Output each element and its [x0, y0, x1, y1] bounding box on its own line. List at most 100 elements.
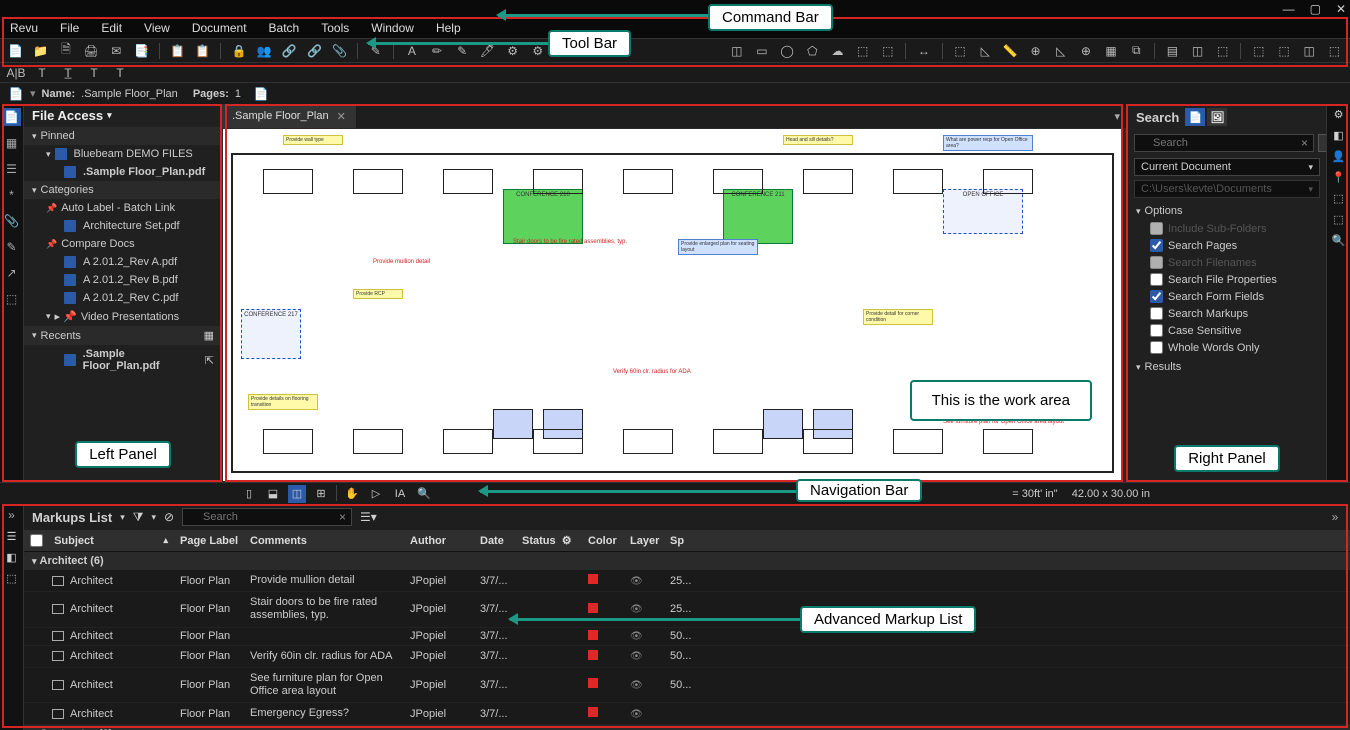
search-text-tab[interactable]: 📄: [1185, 108, 1205, 126]
opt-search-markups[interactable]: Search Markups: [1128, 305, 1326, 322]
tool-icon[interactable]: ⬚: [1327, 43, 1342, 59]
close-tab-icon[interactable]: ✕: [337, 110, 346, 123]
markup-row[interactable]: ArchitectFloor PlanEmergency Egress?JPop…: [24, 703, 1350, 725]
markup-row[interactable]: ArchitectFloor PlanSee furniture plan fo…: [24, 668, 1350, 703]
category-compare-docs[interactable]: Compare Docs: [24, 235, 222, 253]
tool-icon[interactable]: 🖨: [84, 43, 99, 59]
right-rail-icon[interactable]: ⬚: [1333, 192, 1343, 205]
tool-icon[interactable]: 🔗: [307, 43, 322, 59]
menu-help[interactable]: Help: [436, 21, 461, 35]
markups-expand-icon[interactable]: »: [1328, 506, 1342, 528]
tool-icon[interactable]: ⬚: [855, 43, 870, 59]
visibility-icon[interactable]: [630, 575, 646, 587]
markups-search-input[interactable]: [182, 508, 352, 526]
menu-window[interactable]: Window: [371, 21, 414, 35]
folder-bluebeam-demo[interactable]: Bluebeam DEMO FILES: [24, 145, 222, 163]
open-icon[interactable]: ⇱: [205, 354, 214, 367]
markup-row[interactable]: ArchitectFloor PlanStair doors to be fir…: [24, 592, 1350, 627]
tool-icon[interactable]: ◯: [780, 43, 795, 59]
nav-multi-icon[interactable]: ⊞: [312, 485, 330, 503]
visibility-icon[interactable]: [630, 708, 646, 720]
left-rail-icon[interactable]: ▦: [3, 134, 21, 152]
tool-icon[interactable]: ⬚: [880, 43, 895, 59]
tool-icon[interactable]: ⊕: [1078, 43, 1093, 59]
document-tab[interactable]: .Sample Floor_Plan ✕: [222, 104, 357, 128]
opt-case-sensitive[interactable]: Case Sensitive: [1128, 322, 1326, 339]
new-page-icon[interactable]: 📄: [253, 86, 269, 102]
tool-icon[interactable]: 📑: [134, 43, 149, 59]
search-scope-dropdown[interactable]: Current Document: [1134, 158, 1320, 176]
opt-search-formfields[interactable]: Search Form Fields: [1128, 288, 1326, 305]
markup-text[interactable]: Verify 60in clr. radius for ADA: [613, 369, 691, 375]
tab-overflow-icon[interactable]: ▾: [1106, 110, 1128, 123]
markup-row[interactable]: ArchitectFloor PlanProvide mullion detai…: [24, 570, 1350, 592]
recent-file[interactable]: .Sample Floor_Plan.pdf⇱: [24, 345, 222, 375]
chevron-down-icon[interactable]: ▾: [151, 512, 156, 523]
markup-text[interactable]: Stair doors to be fire rated assemblies,…: [513, 239, 627, 245]
category-auto-label[interactable]: Auto Label - Batch Link: [24, 199, 222, 217]
tool-icon[interactable]: ▭: [754, 43, 769, 59]
search-options-header[interactable]: Options: [1128, 200, 1326, 220]
markup-callout[interactable]: Provide wall type: [283, 135, 343, 145]
tool-icon[interactable]: ↔: [916, 43, 931, 59]
file-access-title[interactable]: File Access: [24, 104, 222, 127]
markup-group-header[interactable]: Contractor (8): [24, 725, 1350, 730]
right-rail-icon[interactable]: ⬚: [1333, 213, 1343, 226]
nav-single-page-icon[interactable]: ▯: [240, 485, 258, 503]
tool-icon[interactable]: ⊕: [1028, 43, 1043, 59]
menu-edit[interactable]: Edit: [101, 21, 122, 35]
markups-rail-icon[interactable]: ⬚: [6, 572, 16, 585]
nav-pan-icon[interactable]: ✋: [343, 485, 361, 503]
file-rev-a[interactable]: A 2.01.2_Rev A.pdf: [24, 253, 222, 271]
calendar-icon[interactable]: ▦: [204, 329, 214, 342]
left-rail-icon[interactable]: ↗: [3, 264, 21, 282]
markup-callout[interactable]: Provide details on flooring transition: [248, 394, 318, 410]
tool-icon[interactable]: ◫: [1190, 43, 1205, 59]
nav-split-v-icon[interactable]: ◫: [288, 485, 306, 503]
menu-document[interactable]: Document: [192, 21, 247, 35]
opt-search-fileprops[interactable]: Search File Properties: [1128, 271, 1326, 288]
tool-icon[interactable]: ◫: [1302, 43, 1317, 59]
text-tool-icon[interactable]: T: [112, 65, 128, 81]
search-visual-tab[interactable]: 🖼: [1207, 108, 1227, 126]
tool-icon[interactable]: ▦: [1104, 43, 1119, 59]
doc-info-icon[interactable]: 📄: [8, 86, 24, 102]
markups-list-icon[interactable]: ☰: [7, 530, 17, 543]
right-rail-icon[interactable]: ◧: [1333, 129, 1343, 142]
file-rev-c[interactable]: A 2.01.2_Rev C.pdf: [24, 289, 222, 307]
tool-icon[interactable]: 🗎: [58, 43, 73, 59]
file-architecture-set[interactable]: Architecture Set.pdf: [24, 217, 222, 235]
markup-text[interactable]: Provide mullion detail: [373, 259, 430, 265]
markup-group-header[interactable]: Architect (6): [24, 552, 1350, 570]
tool-icon[interactable]: ▤: [1165, 43, 1180, 59]
select-all-checkbox[interactable]: [30, 534, 43, 547]
menu-view[interactable]: View: [144, 21, 170, 35]
text-tool-icon[interactable]: T: [86, 65, 102, 81]
maximize-button[interactable]: ▢: [1310, 2, 1321, 16]
tool-icon[interactable]: ⧉: [1129, 43, 1144, 59]
tool-icon[interactable]: ◺: [978, 43, 993, 59]
list-view-icon[interactable]: ☰▾: [360, 510, 377, 524]
menu-file[interactable]: File: [60, 21, 79, 35]
right-rail-icon[interactable]: 👤: [1332, 150, 1346, 163]
tool-icon[interactable]: 📎: [332, 43, 347, 59]
tool-icon[interactable]: 📁: [33, 43, 48, 59]
text-tool-icon[interactable]: T̲: [60, 65, 76, 81]
left-rail-icon[interactable]: ☰: [3, 160, 21, 178]
left-rail-icon[interactable]: *: [3, 186, 21, 204]
left-rail-icon[interactable]: ✎: [3, 238, 21, 256]
tool-icon[interactable]: 📋: [195, 43, 210, 59]
nav-text-select-icon[interactable]: I⁠A: [391, 485, 409, 503]
recents-section[interactable]: Recents▦: [24, 326, 222, 345]
menu-tools[interactable]: Tools: [321, 21, 349, 35]
hide-icon[interactable]: ⊘: [164, 510, 174, 524]
markup-callout[interactable]: Provide detail for corner condition: [863, 309, 933, 325]
tool-icon[interactable]: ☁: [830, 43, 845, 59]
markup-callout[interactable]: Provide enlarged plan for seating layout: [678, 239, 758, 255]
opt-search-pages[interactable]: Search Pages: [1128, 237, 1326, 254]
right-rail-icon[interactable]: 📍: [1332, 171, 1346, 184]
visibility-icon[interactable]: [630, 679, 646, 691]
nav-select-icon[interactable]: ▷: [367, 485, 385, 503]
tool-icon[interactable]: ✉: [109, 43, 124, 59]
markup-callout[interactable]: Provide RCP: [353, 289, 403, 299]
